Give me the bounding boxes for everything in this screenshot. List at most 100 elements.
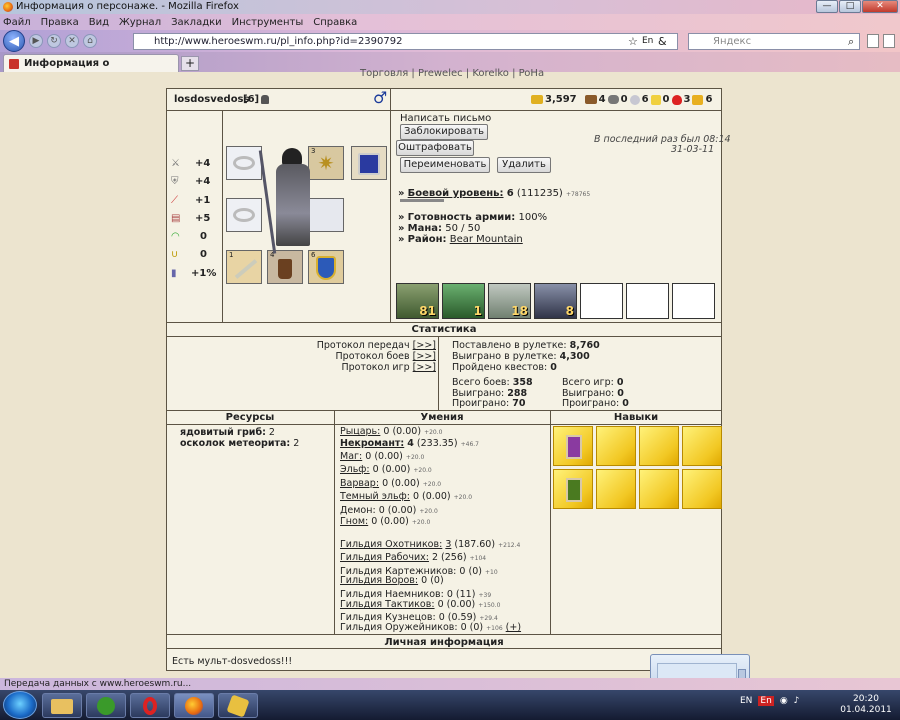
- app-taskbar-button[interactable]: [218, 693, 258, 718]
- stats-list: ⚔ +4 ⛨ +4 ⟋ +1 ▤ +5 ◠ 0 ∪ 0 ▮ +1%: [171, 155, 216, 283]
- protocol-games-link[interactable]: [>>]: [413, 362, 436, 373]
- bookmark-star-icon[interactable]: ☆: [628, 35, 638, 48]
- player-name[interactable]: losdosvedoss: [174, 94, 249, 105]
- talent-slot[interactable]: [553, 426, 593, 466]
- army-unit-slot[interactable]: 1: [442, 283, 485, 319]
- menu-help[interactable]: Справка: [313, 17, 357, 28]
- menu-history[interactable]: Журнал: [119, 17, 161, 28]
- army-unit-slot[interactable]: 81: [396, 283, 439, 319]
- wood-value: 4: [598, 94, 606, 105]
- search-icon[interactable]: ⌕: [848, 35, 854, 49]
- combat-level: » Боевой уровень: 6 (111235) +78765: [398, 188, 591, 199]
- tray-lang-indicator[interactable]: En: [758, 696, 774, 706]
- folder-icon: [51, 699, 73, 714]
- army-empty-slot[interactable]: [672, 283, 715, 319]
- menu-tools[interactable]: Инструменты: [232, 17, 304, 28]
- ore-icon: [607, 95, 619, 104]
- delete-button[interactable]: Удалить: [497, 157, 551, 173]
- faction-dark-elf: Темный эльф: 0 (0.00) +20.0: [340, 491, 473, 502]
- resource-item: осколок метеорита: 2: [180, 438, 300, 449]
- gems-value: 6: [705, 94, 713, 105]
- top-links[interactable]: Торговля | Prewelec | Korelko | PoHa: [360, 68, 544, 79]
- home-button[interactable]: ⌂: [83, 34, 97, 48]
- fine-button[interactable]: Оштрафовать: [396, 140, 474, 156]
- talent-slot-empty[interactable]: [639, 426, 679, 466]
- vial-icon: ▮: [171, 267, 177, 279]
- combat-level-link[interactable]: Боевой уровень:: [408, 188, 504, 199]
- talent-slot-empty[interactable]: [596, 426, 636, 466]
- block-button[interactable]: Заблокировать: [400, 124, 488, 140]
- keyboard-lang[interactable]: EN: [740, 696, 752, 706]
- weapon-slot[interactable]: 1: [226, 250, 262, 284]
- sulfur-value: 0: [662, 94, 670, 105]
- guild-tacticians: Гильдия Тактиков: 0 (0.00) +150.0: [340, 599, 501, 610]
- menu-bookmarks[interactable]: Закладки: [171, 17, 222, 28]
- search-input[interactable]: Яндекс: [688, 33, 860, 50]
- scroll-green-icon: [566, 478, 582, 502]
- new-tab-button[interactable]: +: [181, 56, 199, 71]
- faction-barbarian: Варвар: 0 (0.00) +20.0: [340, 478, 442, 489]
- faction-dwarf: Гном: 0 (0.00) +20.0: [340, 516, 431, 527]
- character-figure: [258, 148, 316, 254]
- firefox-taskbar-button[interactable]: [174, 693, 214, 718]
- rename-button[interactable]: Переименовать: [400, 157, 490, 173]
- boots-slot[interactable]: 4: [267, 250, 303, 284]
- talent-slot-empty[interactable]: [682, 469, 722, 509]
- crystal-icon: [671, 94, 682, 105]
- talent-slot-empty[interactable]: [639, 469, 679, 509]
- army-unit-slot[interactable]: 8: [534, 283, 577, 319]
- menu-file[interactable]: Файл: [3, 17, 31, 28]
- protocol-battles-link[interactable]: [>>]: [413, 351, 436, 362]
- personal-info-header: Личная информация: [384, 637, 504, 648]
- book-icon: ▤: [171, 212, 181, 224]
- army-empty-slot[interactable]: [626, 283, 669, 319]
- personal-info-text: Есть мульт-dosvedoss!!!: [172, 656, 293, 667]
- minimize-button[interactable]: —: [816, 0, 838, 13]
- clock[interactable]: 20:20 01.04.2011: [836, 694, 896, 716]
- maximize-button[interactable]: □: [839, 0, 861, 13]
- utorrent-taskbar-button[interactable]: [86, 693, 126, 718]
- forward-button[interactable]: ▶: [29, 34, 43, 48]
- opera-icon: [143, 697, 157, 715]
- spellbook-slot[interactable]: [351, 146, 387, 180]
- army-empty-slot[interactable]: [580, 283, 623, 319]
- guild-gunsmiths-plus-link[interactable]: (+): [506, 622, 521, 633]
- talent-slot[interactable]: [553, 469, 593, 509]
- close-button[interactable]: ✕: [862, 0, 898, 13]
- resource-item: ядовитый гриб: 2: [180, 427, 275, 438]
- utorrent-icon: [97, 697, 115, 715]
- scroll-purple-icon: [566, 435, 582, 459]
- shield-slot[interactable]: 6: [308, 250, 344, 284]
- gold-value: 3,597: [545, 94, 577, 105]
- explorer-taskbar-button[interactable]: [42, 693, 82, 718]
- menu-view[interactable]: Вид: [89, 17, 109, 28]
- boots-icon: [278, 259, 292, 279]
- lang-indicator: En: [642, 36, 654, 46]
- guild-workers: Гильдия Рабочих: 2 (256) +104: [340, 552, 487, 563]
- shield-item-icon: [316, 256, 336, 280]
- firefox-icon: [3, 2, 13, 12]
- addon-icon[interactable]: [883, 34, 895, 48]
- url-bar[interactable]: http://www.heroeswm.ru/pl_info.php?id=23…: [133, 33, 678, 50]
- tab-active[interactable]: Информация о персонаже.: [3, 54, 179, 86]
- write-letter-link[interactable]: Написать письмо: [400, 113, 491, 124]
- player-level: [6]: [243, 94, 260, 105]
- stop-button[interactable]: ✕: [65, 34, 79, 48]
- addon-icon[interactable]: [867, 34, 879, 48]
- army-unit-slot[interactable]: 18: [488, 283, 531, 319]
- menu-edit[interactable]: Правка: [41, 17, 79, 28]
- mercury-icon: [629, 94, 640, 105]
- talent-slot-empty[interactable]: [596, 469, 636, 509]
- talent-slot-empty[interactable]: [682, 426, 722, 466]
- ring-slot[interactable]: [226, 146, 262, 180]
- ring-slot[interactable]: [226, 198, 262, 232]
- start-button[interactable]: [3, 691, 37, 719]
- reload-button[interactable]: ↻: [47, 34, 61, 48]
- district-link[interactable]: Bear Mountain: [450, 234, 523, 245]
- spellbook-icon: [358, 153, 380, 175]
- protocol-transfers-link[interactable]: [>>]: [413, 340, 436, 351]
- back-button[interactable]: ◀: [3, 30, 25, 52]
- network-icon[interactable]: ◉: [780, 696, 788, 706]
- volume-icon[interactable]: ♪: [794, 696, 800, 706]
- opera-taskbar-button[interactable]: [130, 693, 170, 718]
